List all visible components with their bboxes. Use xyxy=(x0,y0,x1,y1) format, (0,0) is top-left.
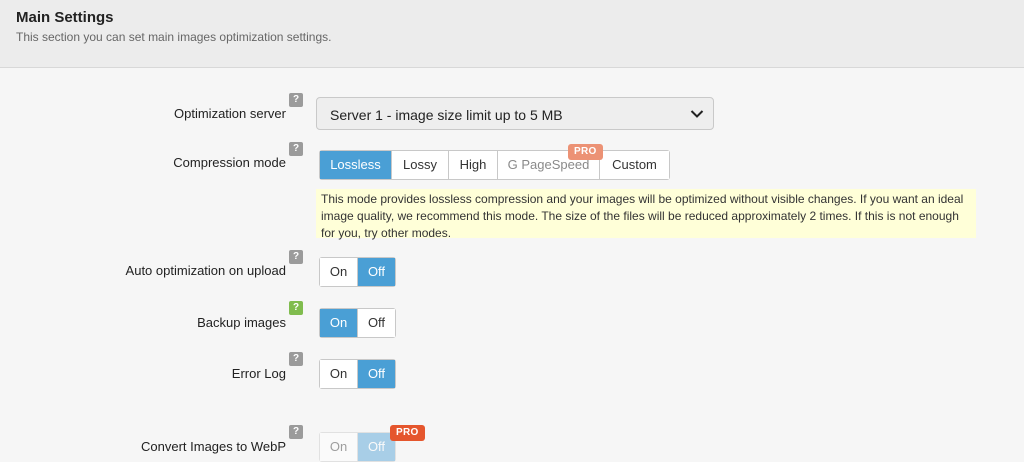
auto-optimization-toggle: On Off xyxy=(319,257,396,287)
auto-optimization-on[interactable]: On xyxy=(320,258,358,286)
error-log-label: Error Log xyxy=(231,366,286,381)
backup-images-label: Backup images xyxy=(197,315,286,330)
convert-webp-label: Convert Images to WebP xyxy=(141,439,286,454)
help-icon-optimization-server[interactable]: ? xyxy=(289,93,303,107)
chevron-down-icon xyxy=(690,110,704,118)
optimization-server-label: Optimization server xyxy=(174,106,286,121)
convert-webp-on[interactable]: On xyxy=(320,433,358,461)
help-icon-compression-mode[interactable]: ? xyxy=(289,142,303,156)
help-icon-auto-optimization[interactable]: ? xyxy=(289,250,303,264)
help-icon-backup-images[interactable]: ? xyxy=(289,301,303,315)
compression-option-high[interactable]: High xyxy=(449,151,498,179)
section-header: Main Settings This section you can set m… xyxy=(0,0,1024,68)
compression-option-custom[interactable]: Custom xyxy=(600,151,669,179)
auto-optimization-label: Auto optimization on upload xyxy=(125,263,286,278)
error-log-toggle: On Off xyxy=(319,359,396,389)
compression-mode-notice: This mode provides lossless compression … xyxy=(316,189,976,240)
backup-images-toggle: On Off xyxy=(319,308,396,338)
backup-images-on[interactable]: On xyxy=(320,309,358,337)
help-icon-error-log[interactable]: ? xyxy=(289,352,303,366)
compression-mode-label: Compression mode xyxy=(173,155,286,170)
compression-mode-segmented: Lossless Lossy High G PageSpeed Custom xyxy=(319,150,670,180)
compression-option-lossless[interactable]: Lossless xyxy=(320,151,392,179)
backup-images-off[interactable]: Off xyxy=(358,309,395,337)
optimization-server-value: Server 1 - image size limit up to 5 MB xyxy=(330,107,563,123)
pro-badge-pagespeed: PRO xyxy=(568,144,603,160)
error-log-off[interactable]: Off xyxy=(358,360,395,388)
pro-badge-webp: PRO xyxy=(390,425,425,441)
error-log-on[interactable]: On xyxy=(320,360,358,388)
page-subtitle: This section you can set main images opt… xyxy=(16,30,332,44)
auto-optimization-off[interactable]: Off xyxy=(358,258,395,286)
page-title: Main Settings xyxy=(16,9,114,26)
compression-option-lossy[interactable]: Lossy xyxy=(392,151,449,179)
help-icon-convert-webp[interactable]: ? xyxy=(289,425,303,439)
optimization-server-select[interactable]: Server 1 - image size limit up to 5 MB xyxy=(316,97,714,130)
convert-webp-toggle: On Off xyxy=(319,432,396,462)
